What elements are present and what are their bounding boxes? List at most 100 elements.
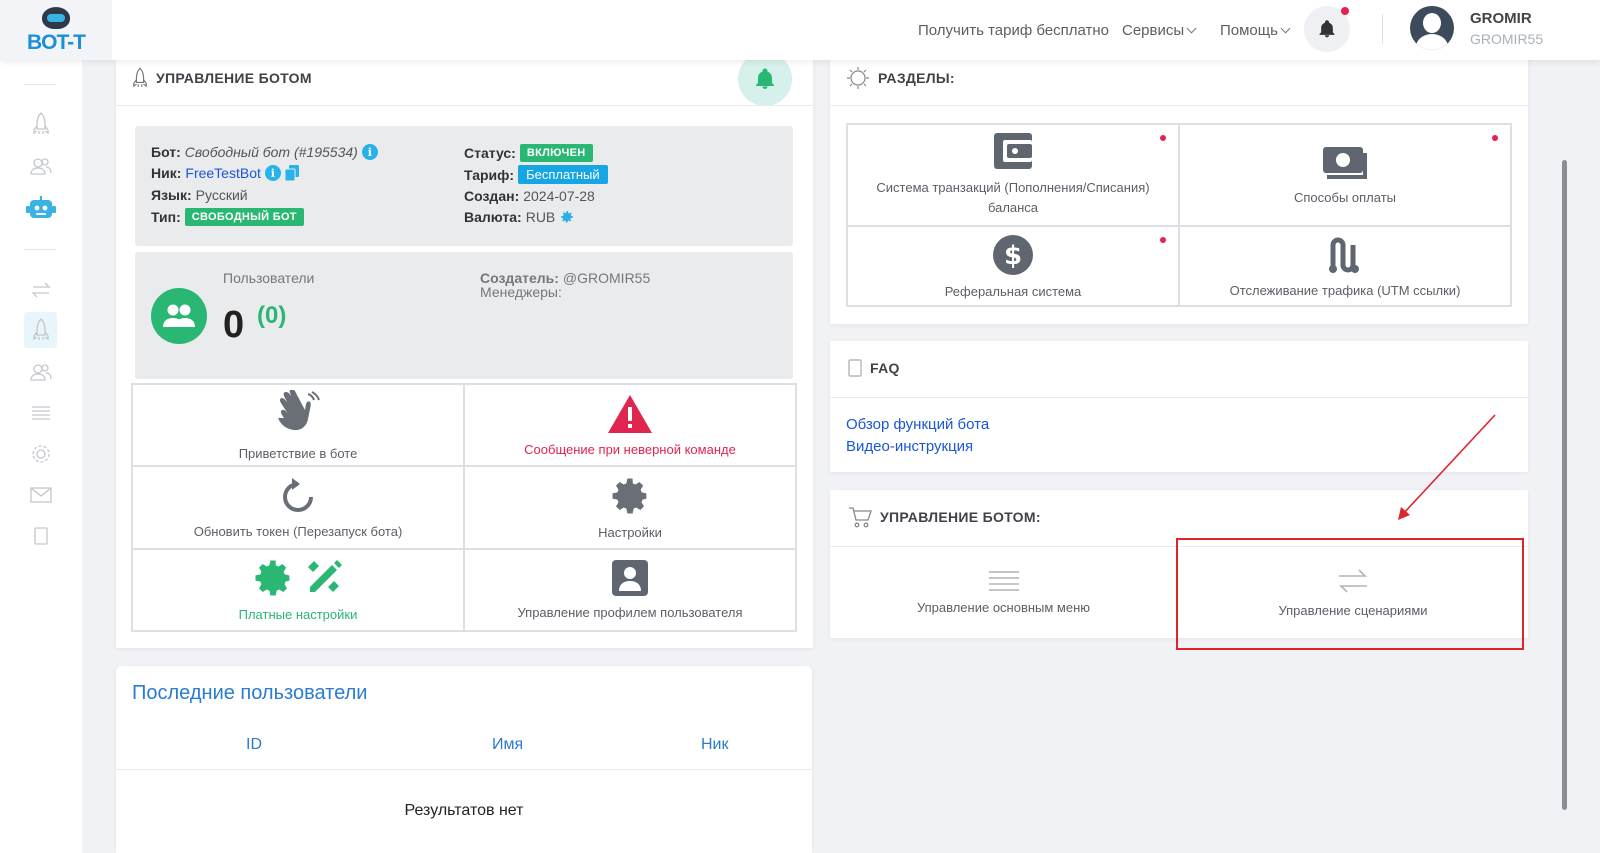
faq-link-overview[interactable]: Обзор функций бота xyxy=(846,416,989,433)
user-card-icon xyxy=(612,560,648,597)
tile-wrong-command-label: Сообщение при неверной команде xyxy=(524,441,736,457)
bot-info-panel: Бот: Свободный бот (#195534) i Ник: Free… xyxy=(135,126,793,246)
tile-paid-settings[interactable]: Платные настройки xyxy=(132,548,464,631)
lang-value: Русский xyxy=(195,187,248,203)
users-new-count: (0) xyxy=(257,302,287,329)
gear-icon xyxy=(255,560,290,596)
list-icon xyxy=(31,406,50,420)
tile-referral-label: Реферальная система xyxy=(944,283,1082,299)
type-row: Тип: СВОБОДНЫЙ БОТ xyxy=(151,208,304,226)
notification-dot xyxy=(1341,7,1349,15)
exchange-icon xyxy=(30,282,51,298)
column-name[interactable]: Имя xyxy=(492,736,523,754)
nav-get-tariff[interactable]: Получить тариф бесплатно xyxy=(918,0,1109,60)
copy-icon[interactable] xyxy=(284,165,299,181)
scrollbar-thumb[interactable] xyxy=(1562,160,1567,810)
sidebar-item-users-2[interactable] xyxy=(24,354,57,390)
sidebar-item-users[interactable] xyxy=(24,148,57,184)
divider xyxy=(116,769,812,770)
annotation-arrow xyxy=(1398,414,1496,520)
gear-icon[interactable] xyxy=(559,209,575,225)
pencil-ruler-icon xyxy=(308,560,342,593)
nav-get-tariff-label: Получить тариф бесплатно xyxy=(918,21,1110,39)
bot-control-header: УПРАВЛЕНИЕ БОТОМ xyxy=(132,66,312,90)
sidebar-item-menu[interactable] xyxy=(24,395,57,431)
type-badge: СВОБОДНЫЙ БОТ xyxy=(184,208,304,226)
sidebar-item-mail[interactable] xyxy=(24,477,57,513)
chevron-down-icon xyxy=(1280,23,1291,34)
tile-user-profile-label: Управление профилем пользователя xyxy=(517,605,743,621)
bot-control-card: УПРАВЛЕНИЕ БОТОМ Бот: Свободный бот (#19… xyxy=(116,52,813,648)
divider xyxy=(1382,14,1383,44)
sidebar-item-tablet[interactable] xyxy=(24,518,57,554)
sidebar-item-rocket[interactable] xyxy=(24,106,57,142)
column-id[interactable]: ID xyxy=(246,736,262,754)
sidebar-item-exchange[interactable] xyxy=(24,272,57,308)
creator-value: @GROMIR55 xyxy=(562,270,651,286)
lang-row: Язык: Русский xyxy=(151,187,248,203)
tile-transactions[interactable]: Система транзакций (Пополнения/Списания)… xyxy=(847,124,1179,226)
nav-services[interactable]: Сервисы xyxy=(1122,0,1197,60)
user-name: GROMIR xyxy=(1470,10,1532,27)
recent-users-card: Последние пользователи ID Имя Ник Резуль… xyxy=(116,666,812,853)
bot-notifications-button[interactable] xyxy=(738,52,792,106)
sidebar-item-bot[interactable] xyxy=(24,190,57,226)
faq-link-video[interactable]: Видео-инструкция xyxy=(846,438,973,455)
sun-icon xyxy=(847,67,869,89)
waving-hand-icon xyxy=(278,389,320,430)
sidebar-item-settings[interactable] xyxy=(24,436,57,472)
new-dot xyxy=(1160,135,1166,141)
nav-help-label: Помощь xyxy=(1220,21,1278,39)
tile-refresh-token[interactable]: Обновить токен (Перезапуск бота) xyxy=(132,466,464,549)
rocket-icon xyxy=(32,112,49,135)
tile-main-menu[interactable]: Управление основным меню xyxy=(830,547,1178,638)
tile-greeting[interactable]: Приветствие в боте xyxy=(132,384,464,467)
empty-results: Результатов нет xyxy=(404,802,524,819)
new-dot xyxy=(1492,135,1498,141)
logo-text: BOT-T xyxy=(27,31,86,54)
divider xyxy=(24,84,56,85)
tile-payment-methods[interactable]: Способы оплаты xyxy=(1179,124,1511,226)
tablet-icon xyxy=(848,359,862,377)
info-icon[interactable]: i xyxy=(264,165,281,181)
tile-settings[interactable]: Настройки xyxy=(464,466,796,549)
wallet-icon xyxy=(994,133,1032,169)
mail-icon xyxy=(29,487,52,503)
sidebar-item-rocket-active[interactable] xyxy=(24,312,57,348)
paid-settings-icons xyxy=(252,557,344,599)
sections-grid: Система транзакций (Пополнения/Списания)… xyxy=(846,123,1512,307)
new-dot xyxy=(1160,237,1166,243)
avatar[interactable] xyxy=(1410,6,1454,50)
nick-link[interactable]: FreeTestBot xyxy=(185,165,260,181)
users-count: 0 xyxy=(223,304,245,346)
tile-user-profile[interactable]: Управление профилем пользователя xyxy=(464,548,796,631)
tablet-icon xyxy=(33,527,48,545)
card-title: УПРАВЛЕНИЕ БОТОМ xyxy=(156,70,312,86)
list-icon xyxy=(988,571,1019,591)
robot-logo-icon xyxy=(42,7,70,29)
bot-row: Бот: Свободный бот (#195534) i xyxy=(151,144,378,160)
column-nick[interactable]: Ник xyxy=(701,736,729,754)
top-bar: BOT-T Получить тариф бесплатно Сервисы П… xyxy=(0,0,1600,60)
nav-help[interactable]: Помощь xyxy=(1220,0,1291,60)
logo[interactable]: BOT-T xyxy=(0,0,112,60)
tariff-label: Тариф: xyxy=(464,166,515,183)
tile-transactions-label: Система транзакций (Пополнения/Списания)… xyxy=(876,180,1150,215)
user-login: GROMIR55 xyxy=(1470,31,1544,47)
divider xyxy=(830,397,1528,398)
nick-label: Ник: xyxy=(151,165,182,181)
sections-header: РАЗДЕЛЫ: xyxy=(846,66,955,90)
created-value: 2024-07-28 xyxy=(523,188,595,204)
tile-utm[interactable]: Отслеживание трафика (UTM ссылки) xyxy=(1179,226,1511,306)
users-label: Пользователи xyxy=(223,270,315,286)
nick-row: Ник: FreeTestBot i xyxy=(151,165,299,181)
created-label: Создан: xyxy=(464,188,520,204)
tile-main-menu-label: Управление основным меню xyxy=(916,600,1091,615)
gear-icon xyxy=(31,445,50,463)
tariff-badge: Бесплатный xyxy=(518,165,608,184)
lang-label: Язык: xyxy=(151,187,192,203)
info-icon[interactable]: i xyxy=(361,144,378,160)
tile-referral[interactable]: $ Реферальная система xyxy=(847,226,1179,306)
tile-wrong-command[interactable]: Сообщение при неверной команде xyxy=(464,384,796,467)
scrollbar-track[interactable] xyxy=(1592,60,1600,853)
